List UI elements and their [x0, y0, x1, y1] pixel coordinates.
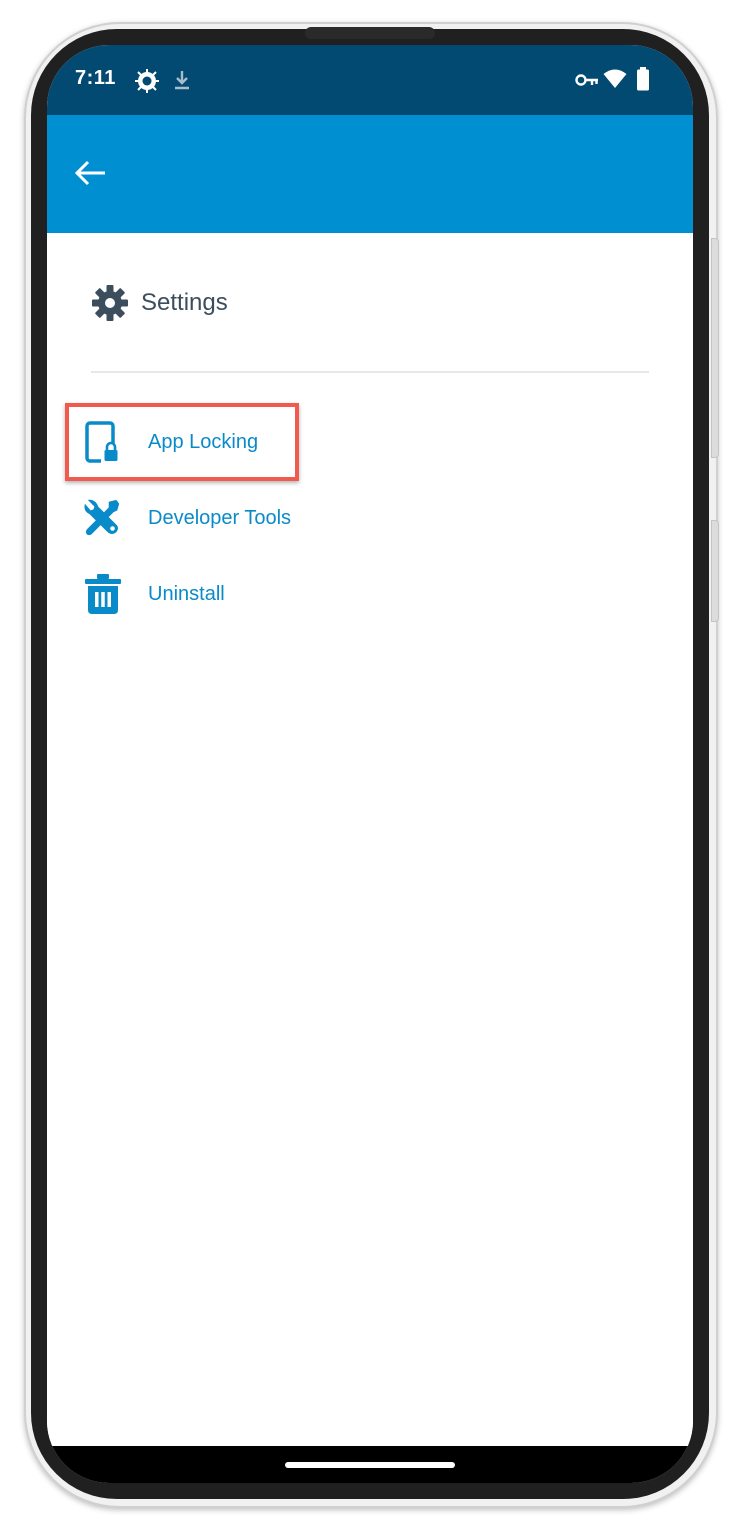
- page-title: Settings: [141, 289, 228, 316]
- home-indicator[interactable]: [285, 1462, 455, 1468]
- divider: [91, 371, 649, 373]
- menu-item-developer-tools[interactable]: Developer Tools: [83, 490, 343, 546]
- vpn-key-icon: [575, 72, 599, 93]
- settings-header: Settings: [91, 283, 228, 323]
- device-lock-icon: [83, 421, 123, 463]
- back-button[interactable]: [71, 155, 111, 195]
- trash-icon: [83, 574, 123, 614]
- download-icon: [173, 69, 191, 96]
- menu-item-label: Developer Tools: [148, 506, 292, 529]
- side-button-lower: [711, 520, 719, 622]
- navigation-bar: [47, 1446, 693, 1483]
- status-bar: 7:11: [47, 45, 693, 115]
- gear-icon: [91, 284, 129, 322]
- tools-icon: [83, 498, 123, 538]
- screen: 7:11 Settings App Locking Developer Tool…: [47, 45, 693, 1483]
- menu-item-label: App Locking: [148, 430, 259, 453]
- status-time: 7:11: [75, 67, 116, 89]
- wifi-icon: [603, 69, 627, 94]
- app-bar: [47, 115, 693, 233]
- battery-icon: [636, 67, 650, 96]
- phone-speaker: [305, 27, 435, 39]
- menu-item-label: Uninstall: [148, 582, 225, 605]
- arrow-left-icon: [74, 160, 107, 191]
- menu-item-app-locking[interactable]: App Locking: [83, 414, 343, 470]
- settings-content: Settings App Locking Developer Tools Uni…: [47, 233, 693, 1446]
- side-button-upper: [711, 238, 719, 458]
- settings-badge-icon: [135, 69, 159, 98]
- menu-item-uninstall[interactable]: Uninstall: [83, 566, 343, 622]
